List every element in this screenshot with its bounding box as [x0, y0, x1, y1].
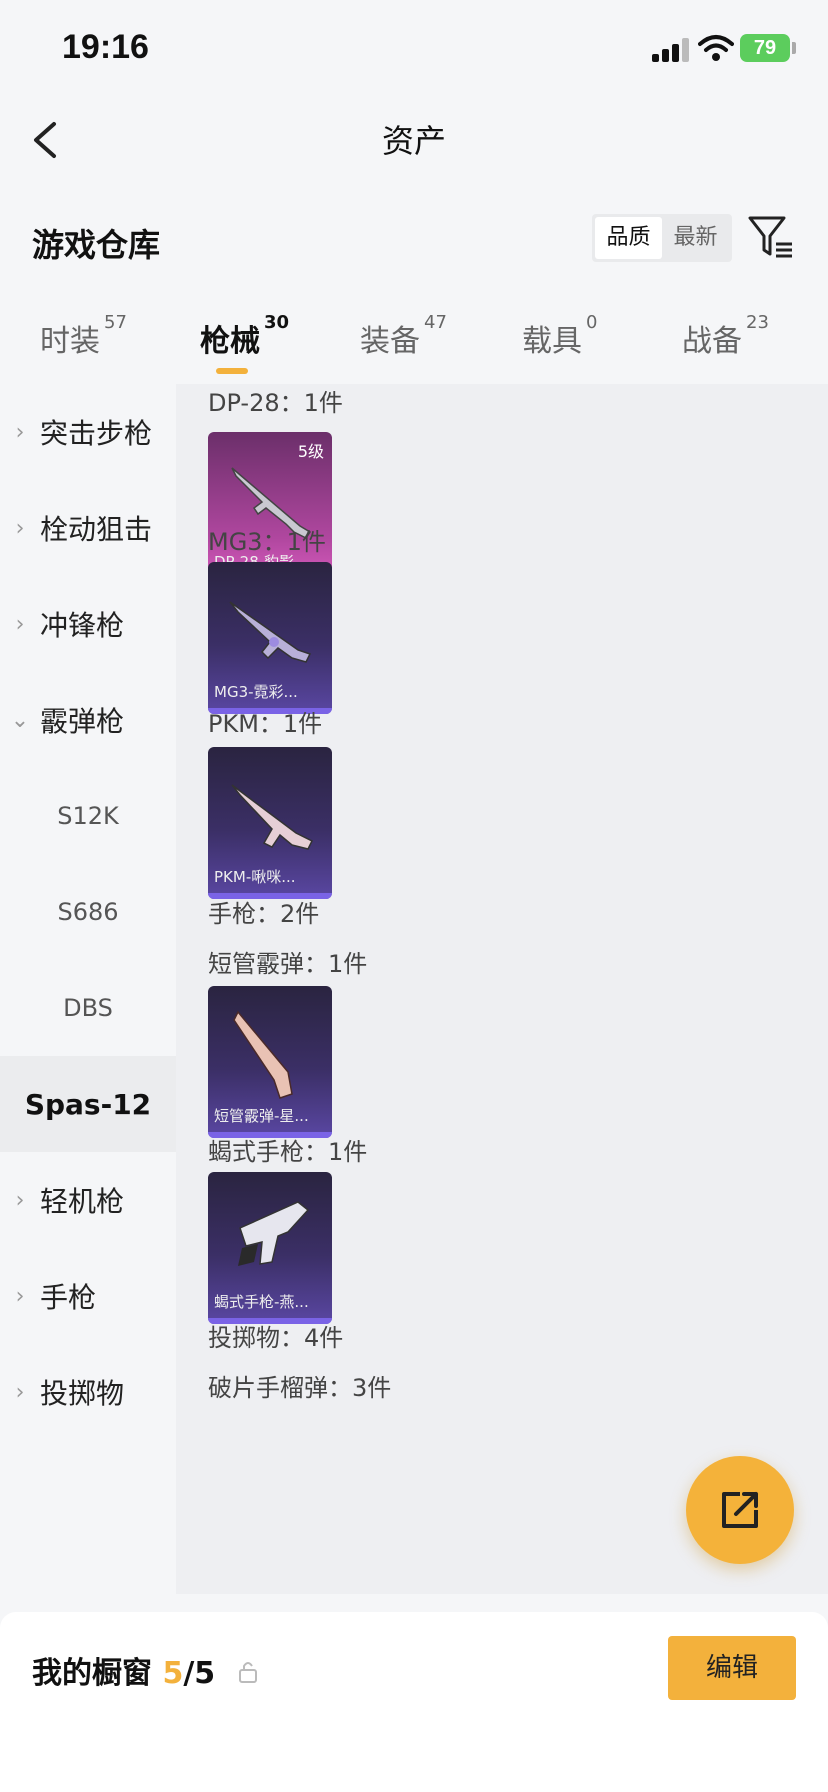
sidebar-item-bolt-sniper[interactable]: › 栓动狙击 [0, 480, 176, 576]
group-label-sawed-off: 短管霰弹：1件 [208, 950, 368, 978]
lock-icon [238, 1660, 258, 1684]
chevron-down-icon: ⌄ [10, 707, 30, 733]
section-title: 游戏仓库 [32, 226, 161, 264]
weapon-category-sidebar: › 突击步枪 › 栓动狙击 › 冲锋枪 ⌄ 霰弹枪 S12K S686 DBS … [0, 384, 176, 1594]
inventory-list: DP-28：1件 5级 DP-28-豹影... MG3：1件 MG3-霓彩...… [176, 384, 828, 1594]
sidebar-item-assault-rifle[interactable]: › 突击步枪 [0, 384, 176, 480]
sidebar-item-label: 投掷物 [40, 1377, 125, 1410]
group-label-scorpion: 蝎式手枪：1件 [208, 1138, 368, 1166]
sidebar-item-label: 霰弹枪 [40, 705, 125, 738]
group-label-throwables: 投掷物：4件 [208, 1324, 344, 1352]
chevron-right-icon: › [15, 419, 25, 445]
sidebar-item-label: S686 [57, 898, 119, 926]
tab-label: 时装 [40, 324, 100, 359]
tab-equipment[interactable]: 装备47 [360, 312, 447, 360]
group-label-pistols: 手枪：2件 [208, 900, 320, 928]
sidebar-subitem-spas12[interactable]: Spas-12 [0, 1056, 176, 1152]
sort-latest-button[interactable]: 最新 [662, 217, 729, 259]
sidebar-item-shotgun[interactable]: ⌄ 霰弹枪 [0, 672, 176, 768]
showcase-title: 我的橱窗 5/5 [32, 1648, 215, 1692]
showcase-bar: 我的橱窗 5/5 编辑 [0, 1612, 828, 1792]
tab-active-indicator [216, 368, 248, 374]
tab-supplies[interactable]: 战备23 [682, 312, 769, 360]
tab-label: 载具 [522, 324, 582, 359]
chevron-right-icon: › [15, 1283, 25, 1309]
tab-count: 57 [104, 312, 127, 333]
sidebar-item-lmg[interactable]: › 轻机枪 [0, 1152, 176, 1248]
tab-count: 47 [424, 312, 447, 333]
status-time: 19:16 [62, 28, 149, 66]
sort-quality-button[interactable]: 品质 [595, 217, 662, 259]
item-card[interactable]: PKM-啾咪... [208, 747, 332, 899]
sidebar-item-label: 栓动狙击 [40, 513, 153, 546]
sidebar-item-label: Spas-12 [24, 1087, 152, 1121]
showcase-total-count: /5 [183, 1656, 216, 1691]
page-title: 资产 [381, 122, 446, 160]
pistol-icon [238, 1201, 310, 1266]
share-button[interactable] [686, 1456, 794, 1564]
item-name: PKM-啾咪... [214, 868, 296, 886]
chevron-right-icon: › [15, 611, 25, 637]
group-label-frag-grenade: 破片手榴弹：3件 [208, 1374, 392, 1402]
chevron-right-icon: › [15, 1187, 25, 1213]
wifi-icon [698, 34, 734, 62]
sidebar-subitem-s12k[interactable]: S12K [0, 768, 176, 864]
nav-bar: 资产 [0, 100, 828, 180]
filter-icon[interactable] [746, 212, 796, 262]
sidebar-item-label: 轻机枪 [40, 1185, 125, 1218]
item-name: 短管霰弹-星... [214, 1107, 309, 1125]
chevron-right-icon: › [15, 515, 25, 541]
machine-gun-icon [229, 601, 312, 663]
battery-icon: 79 [740, 34, 790, 62]
item-name: 蝎式手枪-燕... [214, 1293, 309, 1311]
showcase-label: 我的橱窗 [32, 1656, 152, 1691]
shotgun-icon [233, 1010, 293, 1099]
item-name: MG3-霓彩... [214, 683, 298, 701]
sidebar-item-label: DBS [63, 994, 113, 1022]
machine-gun-icon [231, 784, 314, 850]
tab-count: 0 [586, 312, 598, 333]
tab-firearms[interactable]: 枪械30 [200, 312, 289, 360]
sidebar-item-smg[interactable]: › 冲锋枪 [0, 576, 176, 672]
sidebar-item-label: S12K [57, 802, 119, 830]
sort-toggle: 品质 最新 [592, 214, 732, 262]
category-tabs: 时装57 枪械30 装备47 载具0 战备23 [0, 300, 828, 384]
item-card[interactable]: 蝎式手枪-燕... [208, 1172, 332, 1324]
showcase-used-count: 5 [162, 1656, 184, 1691]
tab-fashion[interactable]: 时装57 [40, 312, 127, 360]
edit-button[interactable]: 编辑 [668, 1636, 796, 1700]
sidebar-item-pistol[interactable]: › 手枪 [0, 1248, 176, 1344]
signal-icon [652, 38, 690, 62]
tab-count: 23 [746, 312, 769, 333]
tab-label: 装备 [360, 324, 420, 359]
item-card[interactable]: 短管霰弹-星... [208, 986, 332, 1138]
battery-tip [792, 42, 796, 54]
share-external-icon [722, 1492, 758, 1528]
group-label-dp28: DP-28：1件 [208, 389, 343, 417]
status-bar: 19:16 79 [0, 0, 828, 100]
sidebar-subitem-dbs[interactable]: DBS [0, 960, 176, 1056]
sidebar-subitem-s686[interactable]: S686 [0, 864, 176, 960]
tab-vehicles[interactable]: 载具0 [522, 312, 597, 360]
sidebar-item-label: 冲锋枪 [40, 609, 125, 642]
tab-count: 30 [264, 312, 290, 333]
sidebar-item-label: 手枪 [40, 1281, 97, 1314]
tab-label: 战备 [682, 324, 742, 359]
tab-label: 枪械 [200, 324, 260, 359]
section-header: 游戏仓库 品质 最新 [0, 200, 828, 280]
group-label-pkm: PKM：1件 [208, 710, 323, 738]
chevron-right-icon: › [15, 1379, 25, 1405]
sidebar-item-throwables[interactable]: › 投掷物 [0, 1344, 176, 1440]
group-label-mg3: MG3：1件 [208, 528, 326, 556]
sidebar-item-label: 突击步枪 [40, 417, 153, 450]
item-card[interactable]: MG3-霓彩... [208, 562, 332, 714]
